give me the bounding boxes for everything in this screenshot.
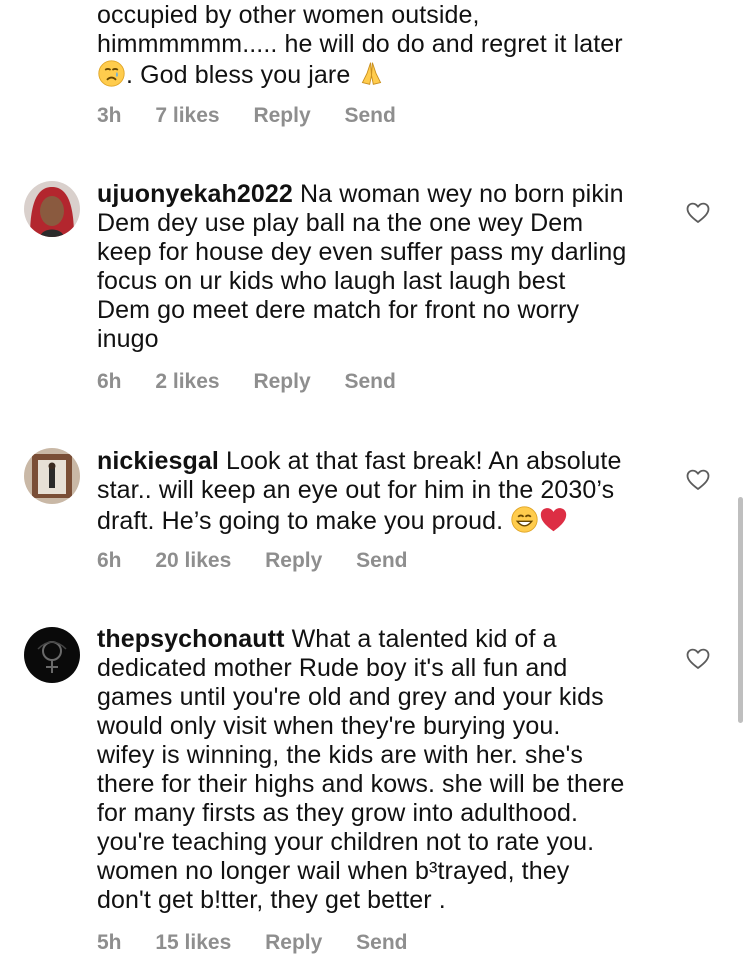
comment-line: don't get b!tter, they get better . (97, 886, 446, 914)
comment-line: Dem go meet dere match for front no worr… (97, 296, 580, 324)
comment-line-text: What a talented kid of a (291, 625, 557, 653)
comment-line: star.. will keep an eye out for him in t… (97, 476, 615, 504)
send-button[interactable]: Send (356, 931, 407, 954)
comment-line: games until you're old and grey and your… (97, 683, 604, 711)
comment-meta: 3h 7 likes Reply Send (97, 104, 424, 128)
comment-line: keep for house dey even suffer pass my d… (97, 238, 627, 266)
send-button[interactable]: Send (344, 104, 395, 127)
comment-likes[interactable]: 15 likes (155, 931, 231, 954)
comment-likes[interactable]: 7 likes (155, 104, 219, 127)
comment-line: you're teaching your children not to rat… (97, 828, 595, 856)
comment-line-text: Na woman wey no born pikin (299, 180, 624, 208)
comment-line: for many firsts as they grow into adulth… (97, 799, 579, 827)
comment-time: 6h (97, 549, 122, 572)
avatar-image-icon (24, 627, 80, 683)
comment-line-text: draft. He’s going to make you proud. (97, 507, 504, 535)
comment-line-with-emoji: draft. He’s going to make you proud. (97, 505, 677, 536)
send-button[interactable]: Send (344, 370, 395, 393)
comment-line: himmmmmm..... he will do do and regret i… (97, 30, 623, 58)
avatar[interactable] (24, 181, 80, 237)
comment-line-text: Look at that fast break! An absolute (225, 447, 622, 475)
comment-time: 5h (97, 931, 122, 954)
comment-line: women no longer wail when b³trayed, they (97, 857, 570, 885)
comment-line: there for their highs and kows. she will… (97, 770, 625, 798)
avatar-image-icon (24, 448, 80, 504)
comment-line: wifey is winning, the kids are with her.… (97, 741, 583, 769)
comment-text: ujuonyekah2022 Na woman wey no born piki… (97, 180, 677, 354)
reply-button[interactable]: Reply (265, 931, 322, 954)
comment-time: 3h (97, 104, 122, 127)
comment-text: thepsychonautt What a talented kid of a … (97, 625, 677, 915)
comment-username[interactable]: nickiesgal (97, 447, 219, 475)
send-button[interactable]: Send (356, 549, 407, 572)
folded-hands-emoji-icon (362, 62, 382, 85)
comment-line-text: . God bless you jare (126, 61, 351, 89)
comment-likes[interactable]: 20 likes (155, 549, 231, 572)
comment-line: thepsychonautt What a talented kid of a (97, 625, 677, 654)
comments-feed: occupied by other women outside, himmmmm… (0, 0, 750, 970)
comment-line: inugo (97, 325, 159, 353)
comment-line: occupied by other women outside, (97, 1, 480, 29)
comment-time: 6h (97, 370, 122, 393)
reply-button[interactable]: Reply (265, 549, 322, 572)
comment-line: ujuonyekah2022 Na woman wey no born piki… (97, 180, 677, 209)
reply-button[interactable]: Reply (253, 104, 310, 127)
like-heart-icon[interactable] (686, 648, 710, 670)
comment-line: dedicated mother Rude boy it's all fun a… (97, 654, 568, 682)
comment-username[interactable]: ujuonyekah2022 (97, 180, 293, 208)
comment-line: focus on ur kids who laugh last laugh be… (97, 267, 566, 295)
comment-text: nickiesgal Look at that fast break! An a… (97, 447, 677, 536)
reply-button[interactable]: Reply (253, 370, 310, 393)
comment-line: Dem dey use play ball na the one wey Dem (97, 209, 584, 237)
comment-text: occupied by other women outside, himmmmm… (97, 1, 677, 90)
comment-line: would only visit when they're burying yo… (97, 712, 561, 740)
comment-likes[interactable]: 2 likes (155, 370, 219, 393)
comment-line-with-emoji: . God bless you jare (97, 59, 677, 90)
comment-meta: 6h 2 likes Reply Send (97, 370, 424, 394)
grinning-face-emoji-icon (511, 506, 538, 533)
comment-line: nickiesgal Look at that fast break! An a… (97, 447, 677, 476)
red-heart-emoji-icon (541, 508, 567, 532)
avatar-image-icon (24, 181, 80, 237)
crying-face-emoji-icon (98, 60, 125, 87)
comment-username[interactable]: thepsychonautt (97, 625, 285, 653)
avatar[interactable] (24, 627, 80, 683)
like-heart-icon[interactable] (686, 469, 710, 491)
comment-meta: 5h 15 likes Reply Send (97, 931, 435, 955)
like-heart-icon[interactable] (686, 202, 710, 224)
avatar[interactable] (24, 448, 80, 504)
scrollbar[interactable] (738, 497, 743, 723)
comment-meta: 6h 20 likes Reply Send (97, 549, 435, 573)
